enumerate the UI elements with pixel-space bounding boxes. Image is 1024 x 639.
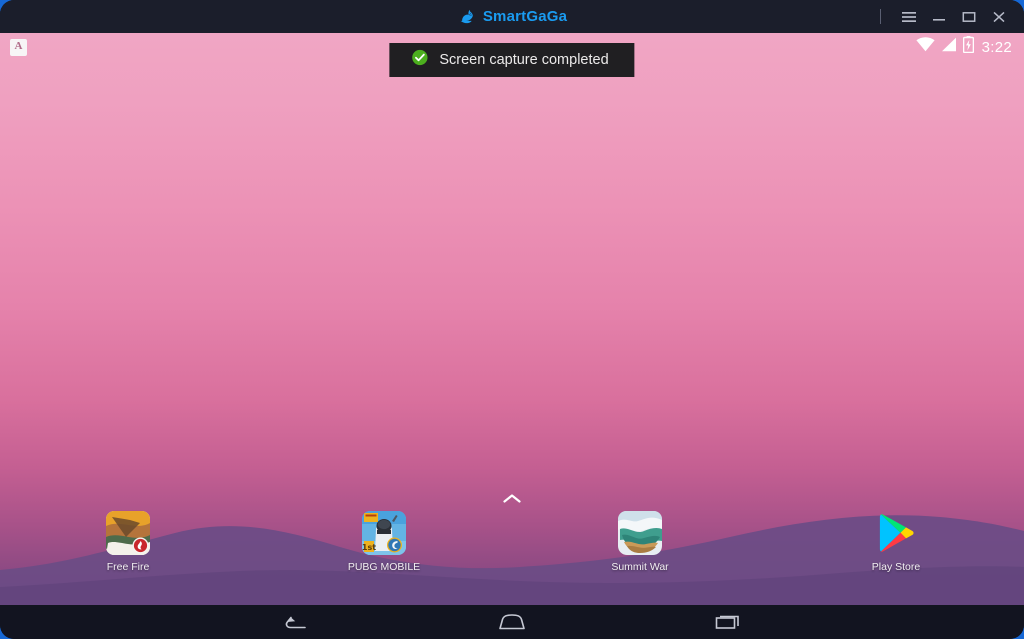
google-play-store-icon — [874, 511, 918, 555]
minimize-icon — [931, 10, 947, 24]
dock-item-label: Summit War — [611, 561, 669, 573]
minimize-button[interactable] — [924, 4, 954, 30]
hamburger-icon — [901, 10, 917, 24]
ime-indicator-label: A — [14, 40, 23, 52]
close-button[interactable] — [984, 4, 1014, 30]
controls-divider — [880, 9, 881, 24]
dock-item-pubg-mobile[interactable]: 1st PUBG MOBILE — [256, 511, 512, 573]
dock-item-summit-war[interactable]: Summit War — [512, 511, 768, 573]
android-screen: A 3:22 Screen capture completed Free Fir… — [0, 33, 1024, 605]
dock-item-free-fire[interactable]: Free Fire — [0, 511, 256, 573]
home-dock: Free Fire 1st PUBG MOBILE Summit War Pla… — [0, 511, 1024, 597]
android-navigation-bar — [0, 605, 1024, 639]
dock-item-label: PUBG MOBILE — [347, 561, 421, 573]
success-check-icon — [411, 49, 428, 71]
battery-charging-icon — [962, 36, 974, 58]
home-icon — [498, 613, 526, 631]
close-icon — [991, 10, 1007, 24]
maximize-icon — [961, 10, 977, 24]
nav-home-button[interactable] — [484, 607, 540, 637]
wifi-icon — [915, 37, 935, 57]
window-title: SmartGaGa — [482, 8, 568, 25]
status-bar-icons: 3:22 — [915, 36, 1012, 58]
ime-indicator-icon[interactable]: A — [10, 38, 27, 56]
free-fire-app-icon — [106, 511, 150, 555]
cellular-signal-icon — [941, 37, 957, 57]
dock-item-play-store[interactable]: Play Store — [768, 511, 1024, 573]
svg-text:1st: 1st — [362, 543, 376, 552]
emulator-window: SmartGaGa A 3:22 Screen capture complete… — [0, 0, 1024, 639]
nav-back-button[interactable] — [268, 607, 324, 637]
maximize-button[interactable] — [954, 4, 984, 30]
toast-notification: Screen capture completed — [389, 43, 635, 77]
recents-icon — [714, 613, 742, 631]
summit-war-app-icon — [618, 511, 662, 555]
dock-item-label: Free Fire — [106, 561, 150, 573]
nav-recents-button[interactable] — [700, 607, 756, 637]
window-controls — [880, 0, 1014, 33]
back-icon — [283, 613, 309, 631]
title-bar: SmartGaGa — [0, 0, 1024, 33]
dock-item-label: Play Store — [871, 561, 921, 573]
pubg-mobile-app-icon: 1st — [362, 511, 406, 555]
app-brand: SmartGaGa — [457, 7, 567, 26]
status-bar-clock: 3:22 — [981, 38, 1012, 56]
swan-logo-icon — [457, 7, 476, 26]
menu-button[interactable] — [894, 4, 924, 30]
toast-message: Screen capture completed — [439, 52, 609, 68]
chevron-up-icon — [502, 492, 522, 510]
